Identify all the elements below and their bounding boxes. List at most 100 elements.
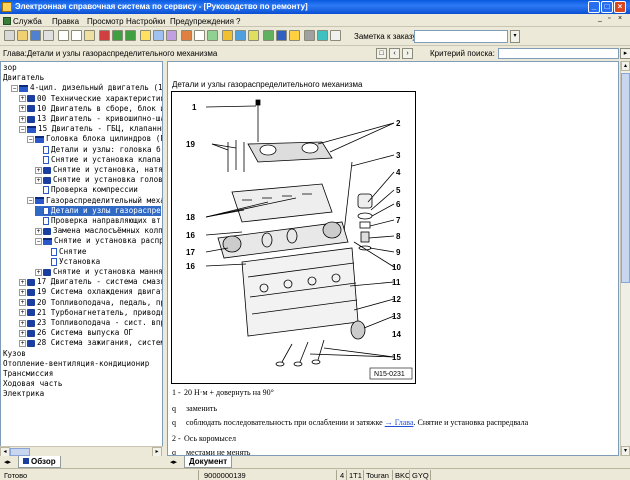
tree-item[interactable]: + Снятие и установка, натя [35,165,162,175]
tree-item[interactable]: Снятие [43,247,86,257]
tree-item[interactable]: + Снятие и установка мання [35,267,162,277]
scroll-thumb[interactable] [10,448,30,456]
search-icon[interactable] [153,30,164,41]
prev-page-button[interactable]: ‹ [389,48,400,59]
expand-icon[interactable]: + [19,105,26,113]
bookmark-icon[interactable] [166,30,177,41]
tree-item[interactable]: Детали и узлы: головка б [35,145,161,155]
lightning-icon[interactable] [222,30,233,41]
expand-icon[interactable]: + [19,115,26,123]
menu-help[interactable]: ? [236,16,240,26]
close-button[interactable]: × [614,1,626,13]
tree-item[interactable]: +23 Топливоподача - сист. впр [19,318,162,328]
paste-icon[interactable] [84,30,95,41]
tree-item[interactable]: Отопление-вентиляция-кондиционир [3,359,149,369]
back-icon[interactable] [112,30,123,41]
note-icon[interactable] [248,30,259,41]
tree-item[interactable]: зор [3,63,17,73]
tab-overview[interactable]: Обзор [18,456,61,468]
mdi-close-button[interactable]: × [618,15,627,24]
tree-item[interactable]: +26 Система выпуска ОГ [19,328,133,338]
search-criteria-input[interactable] [498,48,619,59]
tab-document[interactable]: Документ [184,456,233,468]
tree-item[interactable]: +00 Технические характеристик [19,94,162,104]
document-icon[interactable] [194,30,205,41]
menu-edit[interactable]: Правка [52,16,79,26]
stop-icon[interactable] [99,30,110,41]
expand-icon[interactable]: + [19,299,26,307]
info-icon[interactable] [235,30,246,41]
save-icon[interactable] [30,30,41,41]
scroll-thumb[interactable] [621,73,630,283]
maximize-button[interactable]: □ [601,1,613,13]
tree-item[interactable]: Электрика [3,389,44,399]
tree-item[interactable]: Ходовая часть [3,379,62,389]
tree-item[interactable]: +20 Топливоподача, педаль, пр [19,298,162,308]
tree-item[interactable]: Снятие и установка клапа [35,155,161,165]
menu-settings[interactable]: Настройки [126,16,165,26]
collapse-icon[interactable]: − [27,197,34,205]
scroll-up-icon[interactable]: ▴ [621,61,630,71]
tree-item[interactable]: +10 Двигатель в сборе, блок ц [19,104,162,114]
menu-warnings[interactable]: Предупреждения [170,16,234,26]
tree-item[interactable]: Трансмиссия [3,369,53,379]
tree-item[interactable]: + Замена маслосъёмных колп [35,226,162,236]
forward-icon[interactable] [125,30,136,41]
search-go-button[interactable]: ▸ [620,48,630,59]
tree-item[interactable]: − Снятие и установка распр [35,236,162,246]
collapse-icon[interactable]: − [27,135,34,143]
doc-nav-icon[interactable]: □ [376,48,387,59]
menu-service[interactable]: Служба [3,16,42,26]
blue-book-icon[interactable] [276,30,287,41]
tree-item[interactable]: − 15 Двигатель - ГБЦ, клапанны [19,124,162,134]
tree-item[interactable]: Проверка направляющих вт [35,216,161,226]
next-page-button[interactable]: › [402,48,413,59]
order-note-input[interactable] [414,30,508,43]
collapse-icon[interactable]: − [19,125,26,133]
car-icon[interactable] [317,30,328,41]
expand-icon[interactable]: + [19,309,26,317]
order-note-dropdown-button[interactable]: ▾ [510,30,520,43]
tree-item[interactable]: Кузов [3,349,26,359]
green-book-icon[interactable] [263,30,274,41]
mdi-minimize-button[interactable]: _ [598,15,607,24]
minimize-button[interactable]: _ [588,1,600,13]
star-icon[interactable] [289,30,300,41]
tree-item[interactable]: − Головка блока цилиндров (Г [27,134,162,144]
expand-icon[interactable]: + [19,319,26,327]
menu-view[interactable]: Просмотр [87,16,124,26]
expand-icon[interactable]: + [19,329,26,337]
tree-horizontal-scrollbar[interactable]: ◂ ▸ [0,446,163,457]
navigation-tree[interactable]: зор Двигатель −4-цил. дизельный двигатель … [0,61,163,456]
expand-icon[interactable]: + [35,166,42,174]
copy-icon[interactable] [71,30,82,41]
expand-icon[interactable]: + [35,227,42,235]
tree-item[interactable]: +21 Турбонагнетатель, приводн [19,308,162,318]
tree-item[interactable]: Установка [43,257,100,267]
collapse-icon[interactable]: − [35,237,42,245]
expand-icon[interactable]: + [19,288,26,296]
check-icon[interactable] [207,30,218,41]
expand-icon[interactable]: + [19,278,26,286]
tree-item[interactable]: +28 Система зажигания, систем [19,338,162,348]
settings-icon[interactable] [304,30,315,41]
collapse-icon[interactable]: − [11,84,18,92]
tree-item[interactable]: +17 Двигатель - система смазк [19,277,162,287]
tree-item[interactable]: − 4-цил. дизельный двигатель (1, [11,83,162,93]
open-icon[interactable] [17,30,28,41]
mdi-restore-button[interactable]: ▫ [608,15,617,24]
tab-scroll-icon[interactable]: ◂▸ [170,458,177,466]
tree-item[interactable]: +13 Двигатель - кривошипно-ша [19,114,162,124]
tree-item[interactable]: + Снятие и установка голов [35,175,162,185]
expand-icon[interactable]: + [35,268,42,276]
expand-icon[interactable]: + [35,176,42,184]
tree-item[interactable]: +19 Система охлаждения двигат [19,287,162,297]
tree-item[interactable]: Проверка компрессии [35,185,138,195]
print-icon[interactable] [43,30,54,41]
chapter-link[interactable]: → Глава [385,418,414,427]
expand-icon[interactable]: + [19,339,26,347]
tree-item[interactable]: Двигатель [3,73,44,83]
warning-icon[interactable] [181,30,192,41]
tab-scroll-icon[interactable]: ◂▸ [4,458,11,466]
cut-icon[interactable] [58,30,69,41]
